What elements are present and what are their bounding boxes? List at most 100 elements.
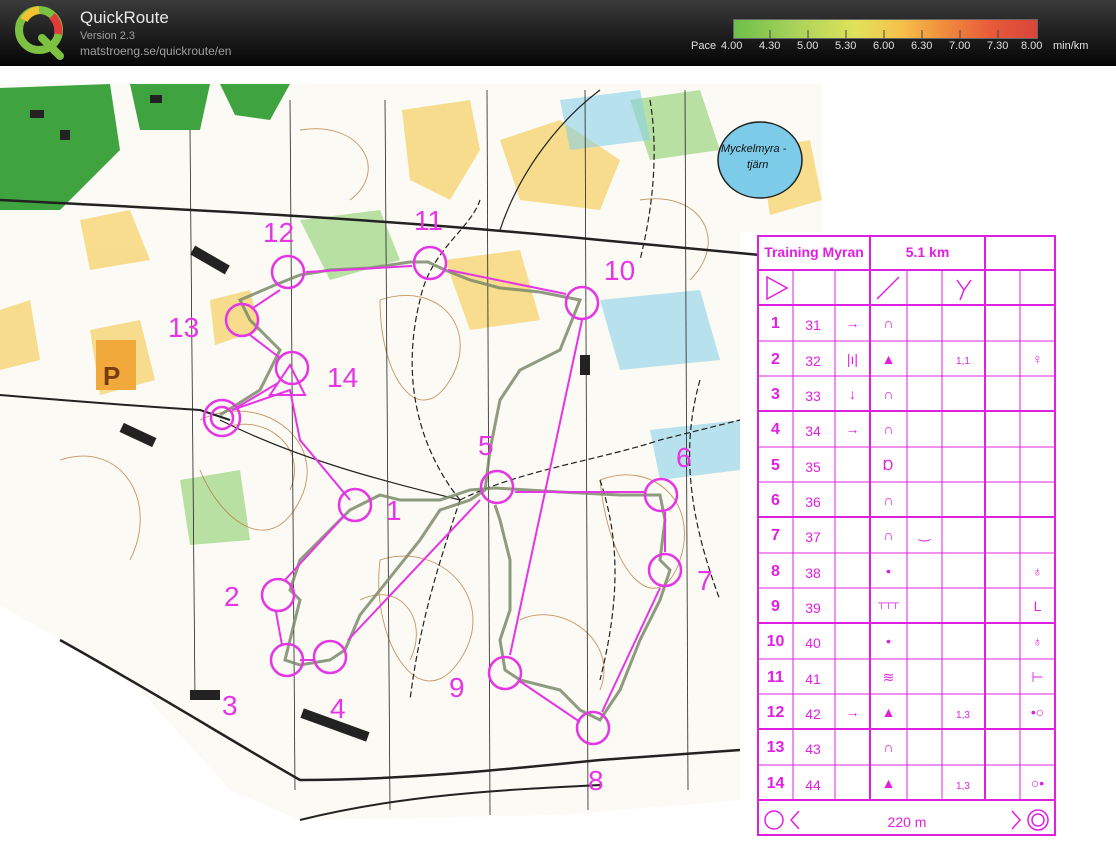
cd-appearance: ‿: [918, 525, 931, 541]
cd-number: 10: [766, 633, 785, 650]
cd-code: 32: [805, 353, 821, 369]
cd-number: 11: [767, 669, 784, 686]
pace-tick-label: 5.00: [797, 40, 819, 52]
cd-feature: ▲: [881, 775, 896, 791]
cd-dimension: 1,3: [956, 781, 970, 792]
control-label-11: 11: [414, 205, 443, 236]
cd-code: 33: [805, 388, 821, 404]
app-url: matstroeng.se/quickroute/en: [80, 44, 232, 58]
cd-location: ♁: [1032, 563, 1043, 579]
cd-number: 13: [766, 739, 785, 756]
pace-tick-label: 7.30: [987, 40, 1009, 52]
building: [580, 355, 590, 375]
pace-tick-label: 5.30: [835, 40, 857, 52]
cd-code: 37: [805, 529, 821, 545]
control-label-3: 3: [222, 690, 238, 721]
cd-number: 2: [771, 351, 780, 368]
cd-direction: ↓: [849, 386, 856, 402]
cd-number: 1: [771, 315, 780, 332]
cd-code: 42: [805, 706, 821, 722]
app-version: Version 2.3: [80, 30, 136, 42]
control-description-sheet: Training Myran 5.1 km 1 31 → ∩ 2 32 |ı| …: [757, 235, 1056, 836]
control-circle-icon: [764, 810, 784, 830]
cd-dimension: 1,3: [956, 710, 970, 721]
lake-name: Myckelmyra -: [721, 143, 787, 155]
cd-feature: •: [886, 563, 891, 579]
cd-feature: Ɒ: [883, 457, 894, 473]
cd-code: 44: [805, 777, 821, 793]
slash-icon: [876, 276, 900, 300]
building: [60, 130, 70, 140]
marsh: [560, 90, 650, 150]
cd-number: 14: [766, 775, 785, 792]
green-area: [130, 84, 210, 130]
parking-label: P: [103, 361, 120, 391]
cd-feature: ┬┬┬: [877, 598, 900, 609]
cd-code: 31: [805, 317, 821, 333]
cd-number: 5: [771, 457, 780, 474]
cd-code: 34: [805, 423, 821, 439]
control-label-10: 10: [604, 255, 635, 286]
cd-direction: →: [845, 704, 860, 720]
building: [30, 110, 44, 118]
control-label-9: 9: [449, 672, 465, 703]
cd-direction: |ı|: [846, 351, 859, 367]
control-label-6: 6: [676, 442, 692, 473]
cd-code: 36: [805, 494, 821, 510]
cd-feature: ∩: [883, 386, 894, 402]
cd-location: ⊢: [1031, 669, 1044, 685]
cd-code: 40: [805, 635, 821, 651]
cd-number: 3: [771, 386, 780, 403]
cd-code: 38: [805, 565, 821, 581]
pace-tick-label: 7.00: [949, 40, 971, 52]
control-label-8: 8: [588, 765, 604, 796]
chevron-left-icon: [789, 810, 800, 830]
pace-tick-label: 4.30: [759, 40, 781, 52]
cd-number: 7: [771, 527, 780, 544]
cd-direction: →: [845, 315, 860, 331]
cd-feature: ≋: [882, 669, 895, 685]
control-label-2: 2: [224, 581, 240, 612]
control-label-7: 7: [697, 565, 713, 596]
course-distance: 5.1 km: [905, 244, 950, 260]
cd-location: L: [1033, 598, 1042, 614]
cd-number: 12: [766, 704, 785, 721]
marsh: [600, 290, 720, 370]
cd-code: 35: [805, 459, 821, 475]
cd-feature: ∩: [883, 739, 894, 755]
control-label-14: 14: [327, 362, 358, 393]
control-label-5: 5: [478, 430, 494, 461]
cd-location: ♀: [1032, 351, 1043, 367]
cd-feature: ▲: [881, 704, 896, 720]
course-title: Training Myran: [764, 244, 864, 260]
cd-code: 39: [805, 600, 821, 616]
path-symbol-icon: [956, 279, 972, 301]
pace-tick-label: 6.00: [873, 40, 895, 52]
quickroute-logo: [15, 6, 64, 60]
cd-number: 4: [771, 421, 780, 438]
app-title: QuickRoute: [80, 8, 169, 27]
cd-feature: ∩: [883, 492, 894, 508]
control-label-4: 4: [330, 693, 346, 724]
cd-location: •○: [1030, 704, 1045, 720]
cd-feature: ∩: [883, 527, 894, 543]
building: [150, 95, 162, 103]
title-bar: QuickRoute Version 2.3 matstroeng.se/qui…: [0, 0, 1116, 66]
pace-tick-label: 6.30: [911, 40, 933, 52]
start-symbol-icon: [766, 275, 789, 301]
cd-number: 9: [771, 598, 780, 615]
cd-location: ♁: [1032, 633, 1043, 649]
finish-outer-icon: [1027, 809, 1049, 831]
control-label-12: 12: [263, 217, 294, 248]
cd-dimension: 1,1: [956, 356, 970, 367]
cd-code: 41: [805, 671, 821, 687]
pace-tick-label: 4.00: [721, 40, 743, 52]
light-green-area: [180, 470, 250, 545]
cd-feature: ∩: [883, 421, 894, 437]
finish-distance: 220 m: [887, 814, 927, 830]
cd-feature: ∩: [883, 315, 894, 331]
pace-unit: min/km: [1053, 40, 1089, 52]
building: [190, 690, 220, 700]
cd-number: 6: [771, 492, 780, 509]
cd-direction: →: [845, 421, 860, 437]
